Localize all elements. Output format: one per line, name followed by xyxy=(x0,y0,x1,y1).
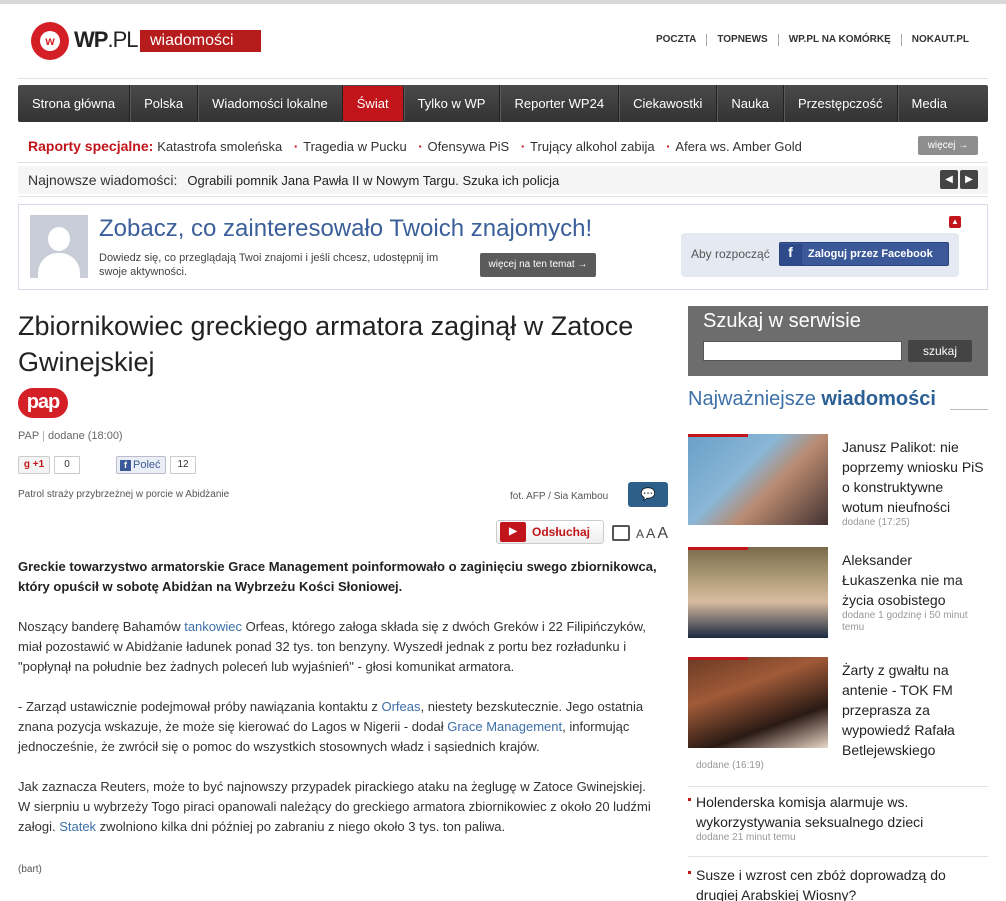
article-meta: PAP | dodane (18:00) xyxy=(18,430,123,442)
ticker-prev-button[interactable]: ◀ xyxy=(940,170,958,189)
news-link[interactable]: Janusz Palikot: nie poprzemy wniosku PiS… xyxy=(842,437,988,517)
article-author: (bart) xyxy=(18,864,42,875)
close-icon[interactable]: ▲ xyxy=(949,216,961,228)
facebook-box-description: Dowiedz się, co przeglądają Twoi znajomi… xyxy=(99,252,439,278)
nav-item-ciekawostki[interactable]: Ciekawostki xyxy=(619,85,718,122)
nav-item-reporter[interactable]: Reporter WP24 xyxy=(500,85,620,122)
divider xyxy=(688,786,988,787)
login-prompt: Aby rozpocząć xyxy=(691,247,770,261)
print-icon[interactable] xyxy=(612,525,630,541)
latest-news-link[interactable]: Ograbili pomnik Jana Pawła II w Nowym Ta… xyxy=(187,173,559,188)
photo-credit: fot. AFP / Sia Kambou xyxy=(510,491,609,502)
report-link[interactable]: Katastrofa smoleńska xyxy=(157,139,282,154)
main-nav: Strona główna Polska Wiadomości lokalne … xyxy=(18,85,988,122)
news-thumbnail[interactable] xyxy=(688,657,828,748)
latest-news-label: Najnowsze wiadomości: xyxy=(28,172,178,188)
top-strip xyxy=(0,0,1006,4)
tag-link[interactable]: Statek xyxy=(59,819,96,834)
wp-logo[interactable]: w WP.PL xyxy=(28,20,138,60)
nav-item-lokalne[interactable]: Wiadomości lokalne xyxy=(198,85,343,122)
article-paragraph: - Zarząd ustawicznie podejmował próby na… xyxy=(18,699,644,754)
report-link[interactable]: Tragedia w Pucku xyxy=(294,139,407,154)
news-time: dodane (17:25) xyxy=(842,517,910,528)
nav-item-home[interactable]: Strona główna xyxy=(18,85,131,122)
nav-item-swiat[interactable]: Świat xyxy=(342,86,404,121)
toplink-mobile[interactable]: WP.PL NA KOMÓRKĘ xyxy=(777,34,901,46)
article-paragraph: Noszący banderę Bahamów tankowiec Orfeas… xyxy=(18,619,646,674)
tag-link[interactable]: tankowiec xyxy=(184,619,242,634)
toplink-topnews[interactable]: TOPNEWS xyxy=(706,34,777,46)
news-thumbnail[interactable] xyxy=(688,547,828,638)
facebook-like-count: 12 xyxy=(170,456,196,474)
toplink-nokaut[interactable]: NOKAUT.PL xyxy=(900,34,979,46)
pap-logo[interactable]: pap xyxy=(18,388,68,418)
list-item: Susze i wzrost cen zbóż doprowadzą do dr… xyxy=(688,865,988,901)
facebook-login-button[interactable]: f Zaloguj przez Facebook xyxy=(779,242,949,266)
site-search: Szukaj w serwisie szukaj xyxy=(688,306,988,376)
news-time: dodane 1 godzinę i 50 minut temu xyxy=(842,610,968,633)
photo-caption: Patrol straży przybrzeżnej w porcie w Ab… xyxy=(18,489,230,500)
divider xyxy=(18,162,988,163)
news-link[interactable]: Aleksander Łukaszenka nie ma życia osobi… xyxy=(842,550,988,610)
facebook-social-box: Zobacz, co zainteresowało Twoich znajomy… xyxy=(18,204,988,290)
google-plus-button[interactable]: g +1 xyxy=(18,456,50,474)
search-button[interactable]: szukaj xyxy=(908,340,972,362)
nav-item-tylko-w-wp[interactable]: Tylko w WP xyxy=(404,85,501,122)
wp-logo-icon: w xyxy=(28,20,72,60)
nav-item-przestepczosc[interactable]: Przestępczość xyxy=(784,85,898,122)
special-reports-bar: Raporty specjalne: Katastrofa smoleńska … xyxy=(18,132,988,160)
google-plus-count: 0 xyxy=(54,456,80,474)
article-time: dodane (18:00) xyxy=(47,430,123,442)
top-news-heading: Najważniejsze wiadomości xyxy=(688,388,936,410)
facebook-box-title: Zobacz, co zainteresowało Twoich znajomy… xyxy=(99,215,593,242)
top-links: POCZTA TOPNEWS WP.PL NA KOMÓRKĘ NOKAUT.P… xyxy=(646,34,979,46)
nav-item-nauka[interactable]: Nauka xyxy=(717,85,784,122)
section-badge[interactable]: wiadomości xyxy=(140,30,261,52)
divider xyxy=(18,78,988,79)
divider xyxy=(688,856,988,857)
news-link[interactable]: Susze i wzrost cen zbóż doprowadzą do dr… xyxy=(696,865,988,901)
report-link[interactable]: Afera ws. Amber Gold xyxy=(667,139,801,154)
news-time: dodane (16:19) xyxy=(696,760,764,771)
font-size-medium[interactable]: A xyxy=(646,525,655,541)
comment-icon: 💬 xyxy=(640,487,656,501)
divider xyxy=(950,409,988,410)
tag-link[interactable]: Orfeas xyxy=(381,699,420,714)
print-and-font-tools: A A A xyxy=(612,522,668,543)
list-item: Holenderska komisja alarmuje ws. wykorzy… xyxy=(688,792,988,843)
avatar-placeholder-icon xyxy=(30,215,88,278)
news-link[interactable]: Holenderska komisja alarmuje ws. wykorzy… xyxy=(696,792,988,832)
news-thumbnail[interactable] xyxy=(688,434,828,525)
facebook-like-button[interactable]: f Poleć xyxy=(116,456,166,474)
more-reports-button[interactable]: więcej → xyxy=(918,136,978,155)
article-paragraph: Jak zaznacza Reuters, może to być najnow… xyxy=(18,779,651,834)
divider xyxy=(18,196,988,197)
article-source: PAP xyxy=(18,430,39,442)
search-input[interactable] xyxy=(703,341,902,361)
more-on-topic-button[interactable]: więcej na ten temat → xyxy=(480,253,596,277)
social-buttons: g +1 0 f Poleć 12 xyxy=(18,456,196,474)
font-size-large[interactable]: A xyxy=(657,525,668,543)
logo-text: WP.PL xyxy=(74,27,138,52)
play-icon: ▶ xyxy=(500,522,526,542)
report-link[interactable]: Trujący alkohol zabija xyxy=(521,139,655,154)
news-link[interactable]: Żarty z gwałtu na antenie - TOK FM przep… xyxy=(842,660,988,760)
nav-item-polska[interactable]: Polska xyxy=(130,85,199,122)
tag-link[interactable]: Grace Management xyxy=(447,719,562,734)
facebook-login-panel: Aby rozpocząć f Zaloguj przez Facebook xyxy=(681,233,959,277)
listen-button[interactable]: ▶ Odsłuchaj xyxy=(496,520,604,544)
ticker-next-button[interactable]: ▶ xyxy=(960,170,978,189)
article-lead: Greckie towarzystwo armatorskie Grace Ma… xyxy=(18,559,657,594)
nav-item-media[interactable]: Media xyxy=(898,85,961,122)
news-time: dodane 21 minut temu xyxy=(696,832,796,843)
facebook-icon: f xyxy=(780,244,802,266)
latest-news-ticker: Najnowsze wiadomości: Ograbili pomnik Ja… xyxy=(18,166,988,194)
toplink-poczta[interactable]: POCZTA xyxy=(646,34,706,46)
special-reports-label: Raporty specjalne: xyxy=(28,138,154,154)
report-link[interactable]: Ofensywa PiS xyxy=(419,139,510,154)
comments-button[interactable]: 💬 xyxy=(628,482,668,507)
article-headline: Zbiornikowiec greckiego armatora zaginął… xyxy=(18,311,634,377)
search-title: Szukaj w serwisie xyxy=(703,310,861,332)
font-size-small[interactable]: A xyxy=(636,527,644,541)
